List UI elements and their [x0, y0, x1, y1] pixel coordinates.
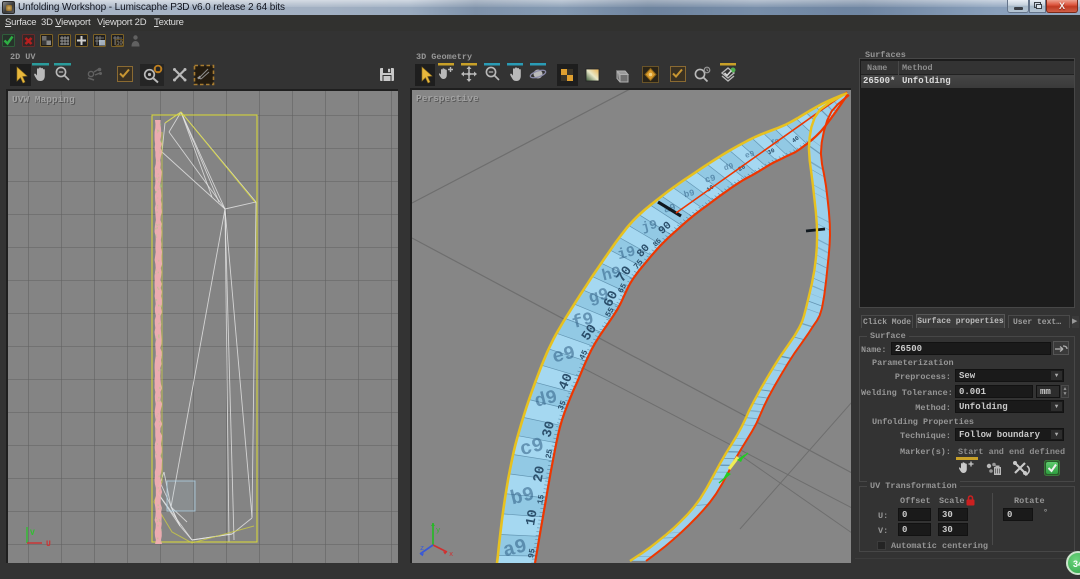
svg-text:10: 10 [524, 508, 542, 527]
svg-text:y: y [436, 527, 440, 535]
svg-text:V: V [30, 529, 35, 538]
svg-text:x: x [449, 551, 453, 559]
svg-text:20: 20 [532, 465, 550, 484]
svg-text:z: z [420, 545, 424, 553]
svg-text:10: 10 [116, 41, 122, 47]
svg-text:U: U [46, 540, 51, 549]
